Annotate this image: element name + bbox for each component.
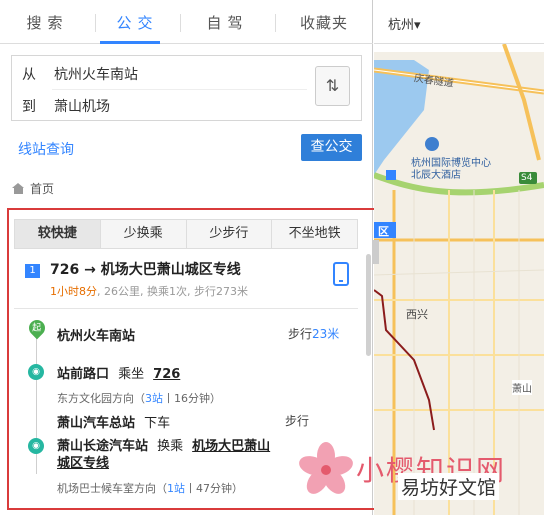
home-icon — [12, 183, 25, 194]
tab-search[interactable]: 搜索 — [0, 0, 95, 44]
option-no-subway[interactable]: 不坐地铁 — [272, 220, 357, 248]
route-form: 从 杭州火车南站 到 萧山机场 ⇅ — [11, 55, 362, 121]
option-fewer-transfers[interactable]: 少换乘 — [101, 220, 187, 248]
option-less-walking[interactable]: 少步行 — [187, 220, 273, 248]
bus-line-726[interactable]: 726 — [153, 367, 180, 382]
sakura-logo-icon — [299, 442, 353, 494]
step2-walk: 步行 — [285, 414, 310, 428]
city-selector[interactable]: 杭州▾ — [388, 14, 421, 33]
from-row[interactable]: 从 杭州火车南站 — [12, 58, 307, 90]
breadcrumb-home[interactable]: 首页 — [30, 180, 54, 197]
route-title[interactable]: 726 → 机场大巴萧山城区专线 — [50, 259, 241, 279]
to-label: 到 — [22, 99, 36, 115]
from-label: 从 — [22, 67, 36, 83]
route-meta: 1小时8分, 26公里, 换乘1次, 步行273米 — [50, 283, 248, 299]
route-index-badge: 1 — [25, 264, 40, 278]
map-place-xixing: 西兴 — [406, 308, 428, 321]
route-summary[interactable]: 1 726 → 机场大巴萧山城区专线 1小时8分, 26公里, 换乘1次, 步行… — [14, 256, 358, 306]
watermark-subtitle: 易坊好文馆 — [398, 473, 500, 500]
map-poi-label: 杭州国际博览中心北辰大酒店 — [411, 158, 491, 181]
tab-drive[interactable]: 自驾 — [180, 0, 275, 44]
route-details: , 26公里, 换乘1次, 步行273米 — [97, 285, 248, 298]
transfer-station: 萧山长途汽车站 换乘 机场大巴萧山城区专线 — [57, 439, 271, 471]
send-to-phone-icon[interactable] — [333, 262, 349, 286]
panel-collapse-handle[interactable] — [373, 240, 379, 264]
district-label: 区 — [378, 225, 389, 238]
from-input[interactable]: 杭州火车南站 — [54, 64, 138, 84]
step3-direction: 机场巴士候车室方向（1站丨47分钟） — [57, 482, 243, 495]
start-pin-icon: 起 — [25, 316, 49, 340]
map-toolbar: 杭州▾ — [374, 0, 544, 44]
mode-tabs: 搜索 公交 自驾 收藏夹 — [0, 0, 373, 44]
swap-icon[interactable]: ⇅ — [315, 66, 350, 106]
tab-transit[interactable]: 公交 — [95, 0, 180, 44]
start-walk: 步行23米 — [288, 327, 340, 341]
scrollbar[interactable] — [366, 254, 371, 356]
active-tab-indicator — [100, 41, 160, 44]
tab-favorites[interactable]: 收藏夹 — [275, 0, 373, 44]
watermark: 小樱知识网 易坊好文馆 — [296, 435, 544, 515]
board-station: 站前路口 乘坐 726 — [57, 367, 181, 382]
breadcrumb[interactable]: 首页 — [12, 180, 54, 197]
map-place-xiaoshan: 萧山 — [512, 380, 532, 395]
option-fastest[interactable]: 较快捷 — [15, 220, 101, 248]
bus-icon: ◉ — [28, 438, 44, 454]
to-input[interactable]: 萧山机场 — [54, 96, 110, 116]
start-station: 杭州火车南站 — [57, 329, 136, 344]
to-row[interactable]: 到 萧山机场 — [12, 90, 307, 122]
alight-station: 萧山汽车总站 下车 — [57, 416, 171, 431]
divider — [14, 308, 358, 309]
check-bus-button[interactable]: 查公交 — [301, 134, 362, 161]
bus-icon: ◉ — [28, 364, 44, 380]
route-duration: 1小时8分 — [50, 285, 97, 298]
route-options: 较快捷 少换乘 少步行 不坐地铁 — [14, 219, 358, 249]
highway-badge: S4 — [521, 173, 533, 183]
station-query-link[interactable]: 线站查询 — [18, 139, 74, 159]
step1-direction: 东方文化园方向（3站丨16分钟） — [57, 392, 221, 405]
